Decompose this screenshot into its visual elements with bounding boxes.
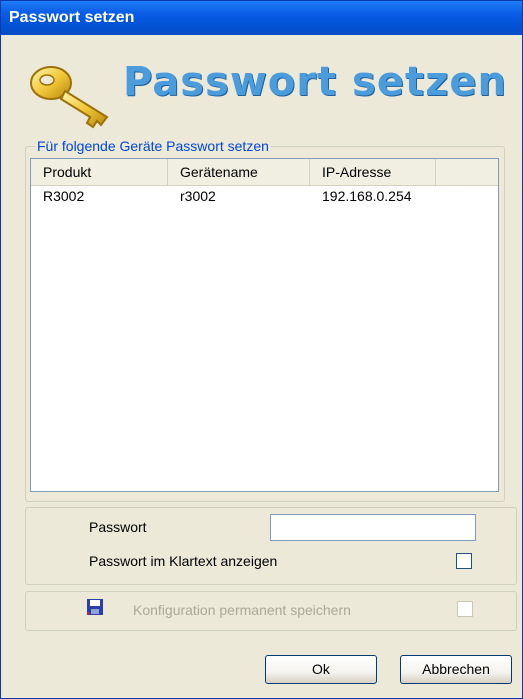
password-input[interactable] — [270, 514, 476, 541]
ip-address-cell: 192.168.0.254 — [322, 188, 412, 204]
column-header-ip-address[interactable]: IP-Adresse — [310, 159, 436, 185]
product-cell: R3002 — [43, 188, 85, 204]
device-group-label: Für folgende Geräte Passwort setzen — [35, 138, 271, 154]
title-bar[interactable]: Passwort setzen — [1, 1, 522, 35]
device-list-header: Produkt Gerätename IP-Adresse — [31, 159, 498, 186]
show-plain-label: Passwort im Klartext anzeigen — [89, 553, 278, 569]
device-list[interactable]: Produkt Gerätename IP-Adresse R3002 r300… — [30, 158, 499, 492]
config-checkbox[interactable] — [457, 601, 473, 617]
column-header-product[interactable]: Produkt — [31, 159, 168, 185]
dialog-window: Passwort setzen Passwort setzen Für folg… — [0, 0, 523, 699]
floppy-disk-icon — [87, 599, 103, 615]
ok-button[interactable]: Ok — [265, 655, 377, 684]
window-title: Passwort setzen — [9, 9, 135, 26]
cancel-button[interactable]: Abbrechen — [400, 655, 512, 684]
show-plain-checkbox[interactable] — [456, 553, 472, 569]
column-header-device-name[interactable]: Gerätename — [168, 159, 310, 185]
device-name-cell: r3002 — [180, 188, 216, 204]
password-label: Passwort — [89, 519, 147, 535]
config-label: Konfiguration permanent speichern — [133, 602, 351, 618]
key-icon — [30, 66, 109, 129]
column-header-filler — [436, 159, 498, 185]
header-title: Passwort setzen — [123, 59, 508, 105]
table-row[interactable]: R3002 r3002 192.168.0.254 — [31, 186, 498, 206]
